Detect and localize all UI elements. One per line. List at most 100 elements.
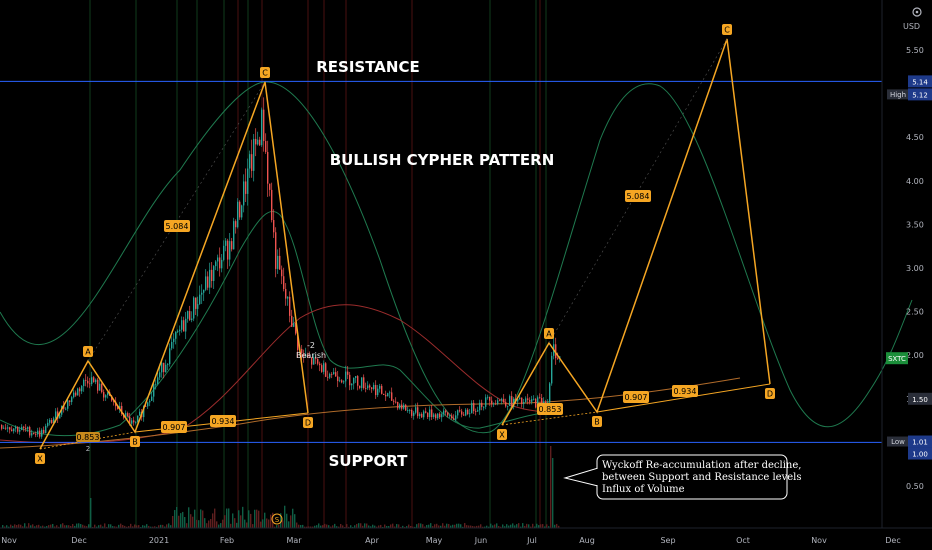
candle-body (3, 427, 5, 429)
candle-body (361, 377, 363, 388)
volume-bar (366, 523, 368, 528)
candle-body (67, 400, 69, 409)
pattern-point: C (260, 67, 270, 78)
pattern-point: C (722, 24, 732, 35)
price-tag: 5.14 (908, 75, 932, 88)
candle-body (539, 397, 541, 399)
ratio-label: 5.084 (627, 192, 650, 201)
volume-bar (246, 522, 248, 528)
pattern-point: A (83, 346, 93, 357)
volume-bar (418, 523, 420, 528)
volume-bar (334, 523, 336, 528)
candle-body (281, 269, 283, 277)
candle-body (271, 189, 273, 221)
volume-bar (396, 524, 398, 528)
price-tag-value: 1.00 (912, 451, 928, 459)
candle-body (7, 427, 9, 429)
volume-bar (292, 508, 294, 528)
volume-bar (262, 519, 264, 528)
candle-body (51, 419, 53, 424)
candle-body (101, 383, 103, 393)
candle-body (443, 410, 445, 415)
candle-body (495, 403, 497, 405)
candle-body (557, 358, 559, 359)
candle-body (231, 241, 233, 250)
candle-body (323, 363, 325, 372)
candle-body (139, 411, 141, 416)
candle-body (387, 393, 389, 397)
pattern-point-label: X (499, 431, 505, 440)
chart-canvas[interactable]: X A B C D X A B C D 5.084 0.907 0.934 5.084 0.907 0.934… (0, 0, 932, 550)
candle-body (237, 201, 239, 228)
candle-body (37, 430, 39, 435)
candle-body (205, 276, 207, 290)
volume-bar (72, 524, 74, 528)
volume-bar (390, 524, 392, 528)
candle-body (21, 426, 23, 430)
volume-bar (18, 524, 20, 528)
volume-bar (214, 508, 216, 528)
candle-body (173, 338, 175, 342)
candle-body (359, 385, 361, 388)
volume-bar (88, 524, 90, 528)
candle-body (423, 411, 425, 418)
note-line-2: between Support and Resistance levels (602, 472, 801, 483)
volume-bar (490, 523, 492, 528)
volume-bar (264, 512, 266, 528)
candle-body (225, 240, 227, 246)
volume-bar (238, 510, 240, 528)
candle-body (417, 407, 419, 417)
price-tag-label-text: Low (891, 438, 905, 446)
candle-body (383, 393, 385, 395)
volume-bar (282, 520, 284, 528)
pattern-point-label: B (132, 438, 138, 447)
volume-bar (200, 509, 202, 528)
candle-body (333, 372, 335, 375)
candle-body (453, 418, 455, 420)
candle-body (35, 433, 37, 435)
pattern-point: A (544, 328, 554, 339)
candle-body (507, 405, 509, 407)
candle-body (531, 399, 533, 402)
candle-body (427, 412, 429, 418)
price-tag-value: 5.12 (912, 91, 928, 99)
candle-body (87, 380, 89, 384)
candle-body (33, 433, 35, 434)
candle-body (75, 392, 77, 396)
candle-body (221, 259, 223, 269)
candle-body (199, 294, 201, 305)
volume-bar (94, 524, 96, 528)
volume-bar (90, 498, 92, 528)
volume-bar (110, 524, 112, 528)
candle-body (467, 409, 469, 415)
volume-bar (14, 524, 16, 528)
volume-bar (556, 523, 558, 528)
ratio-label: 0.853 (539, 405, 562, 414)
ratio-label: 0.907 (625, 393, 648, 402)
volume-bar (546, 524, 548, 528)
candle-body (203, 289, 205, 293)
volume-bar (340, 523, 342, 528)
volume-bar (296, 522, 298, 528)
pattern-point: D (303, 417, 313, 428)
candle-body (175, 331, 177, 339)
pattern-point-label: A (85, 348, 91, 357)
candle-body (151, 396, 153, 401)
price-tag-value: 1.50 (912, 396, 928, 404)
candle-body (349, 374, 351, 386)
candle-body (211, 269, 213, 282)
volume-bar (398, 524, 400, 528)
candle-body (491, 400, 493, 405)
volume-bar (218, 524, 220, 528)
candle-body (449, 415, 451, 417)
note-line-3: Influx of Volume (602, 484, 685, 495)
candle-body (431, 409, 433, 417)
volume-bar (222, 519, 224, 528)
candle-body (473, 402, 475, 412)
volume-bar (100, 524, 102, 528)
volume-bar (258, 510, 260, 528)
volume-bar (260, 521, 262, 528)
candle-body (41, 429, 43, 437)
volume-bar (284, 505, 286, 528)
candle-body (479, 402, 481, 411)
